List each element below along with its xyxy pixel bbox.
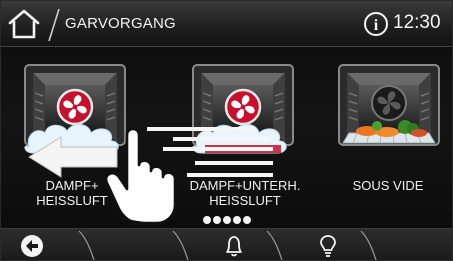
home-button[interactable]	[5, 7, 43, 41]
mode-tile-sous-vide[interactable]	[337, 63, 441, 155]
info-icon: i	[364, 12, 388, 36]
swipe-left-hand-icon	[28, 127, 273, 225]
page-dot	[203, 216, 211, 224]
back-button[interactable]	[19, 233, 45, 259]
mode-label-sous-vide: SOUS VIDE	[352, 178, 424, 193]
oven-screen: GARVORGANG i 12:30 DAMPF+ HEISSLUFT DAMP…	[0, 0, 453, 261]
timer-button[interactable]	[221, 233, 247, 259]
page-title: GARVORGANG	[65, 15, 176, 32]
bell-icon	[226, 236, 242, 257]
top-bar: GARVORGANG i 12:30	[1, 1, 452, 47]
page-dot	[233, 216, 241, 224]
sous-vide-vegetables-icon	[338, 64, 440, 146]
back-arrow-icon	[21, 235, 43, 257]
page-indicator	[203, 216, 251, 226]
clock: 12:30	[393, 12, 441, 33]
light-bulb-icon	[320, 235, 336, 257]
page-dot	[213, 216, 221, 224]
light-button[interactable]	[315, 233, 341, 259]
info-button[interactable]: i	[363, 11, 389, 37]
bottom-bar	[1, 228, 452, 260]
title-separator	[48, 8, 60, 42]
home-icon	[8, 9, 40, 39]
svg-text:i: i	[374, 17, 379, 34]
page-dot	[223, 216, 231, 224]
page-dot	[243, 216, 251, 224]
